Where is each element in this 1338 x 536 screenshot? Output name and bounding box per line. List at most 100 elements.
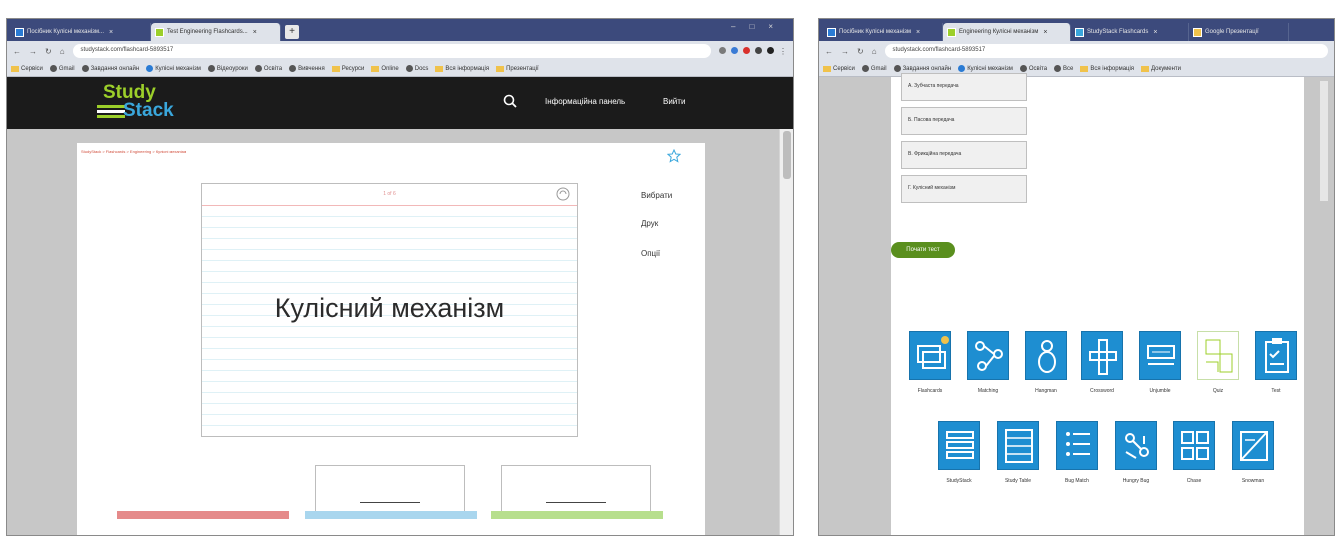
extension-icon[interactable] bbox=[755, 46, 762, 54]
bookmark-item[interactable]: Презентації bbox=[496, 65, 539, 72]
activity-hangman[interactable]: Hangman bbox=[1021, 331, 1071, 394]
window-controls[interactable]: –□× bbox=[731, 22, 787, 31]
folder-icon bbox=[496, 65, 505, 72]
url-input[interactable]: studystack.com/flashcard-5893517 bbox=[884, 44, 1328, 58]
forward-icon[interactable]: → bbox=[29, 47, 37, 56]
tab-favicon-icon bbox=[1075, 27, 1084, 37]
activity-snowman[interactable]: Snowman bbox=[1228, 421, 1278, 484]
bookmark-item[interactable]: Освіта bbox=[1019, 65, 1047, 72]
back-icon[interactable]: ← bbox=[825, 47, 833, 56]
close-icon[interactable]: × bbox=[1043, 29, 1047, 36]
tab-presentations[interactable]: Google Презентації bbox=[1189, 23, 1289, 41]
color-bar-red[interactable] bbox=[117, 511, 289, 519]
right-gutter bbox=[1304, 77, 1334, 535]
folder-icon bbox=[435, 65, 444, 72]
activity-hungry-bug[interactable]: Hungry Bug bbox=[1111, 421, 1161, 484]
logo-stripe bbox=[97, 105, 125, 108]
globe-icon bbox=[861, 65, 869, 72]
bookmark-item[interactable]: Ресурси bbox=[331, 65, 364, 72]
color-bar-blue[interactable] bbox=[305, 511, 477, 519]
answer-option[interactable]: А. Зубчаста передача bbox=[901, 73, 1027, 101]
home-icon[interactable]: ⌂ bbox=[60, 47, 65, 56]
tab-posibnyk[interactable]: Посібник Кулісні механізм × bbox=[823, 23, 943, 41]
mini-card[interactable] bbox=[501, 465, 651, 517]
home-icon[interactable]: ⌂ bbox=[872, 47, 877, 56]
side-link-choose[interactable]: Вибрати bbox=[641, 191, 672, 200]
tile-label: Matching bbox=[977, 388, 999, 394]
answer-option[interactable]: В. Фрикційна передача bbox=[901, 141, 1027, 169]
nav-dashboard-link[interactable]: Інформаційна панель bbox=[545, 97, 625, 106]
close-icon[interactable]: × bbox=[916, 29, 920, 36]
bookmark-item[interactable]: Gmail bbox=[861, 65, 887, 72]
chase-icon bbox=[1173, 421, 1215, 470]
bookmark-item[interactable]: Сервіси bbox=[823, 65, 855, 72]
side-link-options[interactable]: Опції bbox=[641, 249, 660, 258]
star-icon[interactable] bbox=[719, 46, 726, 54]
bookmark-item[interactable]: Вивчення bbox=[289, 65, 325, 72]
answer-option[interactable]: Г. Кулісний механізм bbox=[901, 175, 1027, 203]
start-test-button[interactable]: Почати тест bbox=[891, 242, 955, 258]
activity-study-table[interactable]: Study Table bbox=[993, 421, 1043, 484]
breadcrumb[interactable]: StudyStack > Flashcards > Engineering > … bbox=[81, 149, 186, 154]
bookmark-item[interactable]: Освіта bbox=[254, 65, 282, 72]
folder-icon bbox=[1141, 65, 1150, 72]
back-icon[interactable]: ← bbox=[13, 47, 21, 56]
bookmark-item[interactable]: Вся інформація bbox=[435, 65, 489, 72]
bookmark-item[interactable]: Відеоуроки bbox=[207, 65, 248, 72]
tab-studystack[interactable]: StudyStack Flashcards × bbox=[1071, 23, 1189, 41]
bookmark-item[interactable]: Завдання онлайн bbox=[893, 65, 951, 72]
bookmark-item[interactable]: Завдання онлайн bbox=[81, 65, 139, 72]
logo-stripe bbox=[97, 110, 125, 113]
studystack-logo[interactable]: Study Stack bbox=[97, 82, 197, 123]
extension-icon[interactable] bbox=[731, 46, 738, 54]
nav-logout-link[interactable]: Вийти bbox=[663, 97, 685, 106]
address-bar-row: ← → ↻ ⌂ studystack.com/flashcard-5893517 bbox=[819, 41, 1334, 61]
activity-flashcards[interactable]: Flashcards bbox=[905, 331, 955, 394]
scrollbar[interactable] bbox=[779, 129, 793, 535]
new-tab-button[interactable]: + bbox=[285, 25, 299, 39]
reload-icon[interactable]: ↻ bbox=[857, 47, 864, 56]
activity-quiz[interactable]: Quiz bbox=[1193, 331, 1243, 394]
color-bar-green[interactable] bbox=[491, 511, 663, 519]
activity-chase[interactable]: Chase bbox=[1169, 421, 1219, 484]
close-icon[interactable]: × bbox=[253, 29, 257, 36]
bookmark-item[interactable]: Кулісні механізм bbox=[146, 65, 201, 72]
scrollbar-thumb[interactable] bbox=[1320, 81, 1328, 201]
activity-studystack[interactable]: StudyStack bbox=[934, 421, 984, 484]
answer-option[interactable]: Б. Пасова передача bbox=[901, 107, 1027, 135]
bookmark-item[interactable]: Сервіси bbox=[11, 65, 43, 72]
activity-bug-match[interactable]: Bug Match bbox=[1052, 421, 1102, 484]
flashcard[interactable]: 1 of 6 Кулісний механізм bbox=[201, 183, 578, 437]
avatar[interactable] bbox=[767, 46, 774, 54]
reload-icon[interactable]: ↻ bbox=[45, 47, 52, 56]
tab-flashcards[interactable]: Test Engineering Flashcards... × bbox=[151, 23, 281, 41]
search-icon[interactable] bbox=[503, 94, 517, 113]
bookmark-item[interactable]: Gmail bbox=[49, 65, 75, 72]
forward-icon[interactable]: → bbox=[841, 47, 849, 56]
mini-card[interactable] bbox=[315, 465, 465, 517]
tab-posibnyk[interactable]: Посібник Кулісні механізм... × bbox=[11, 23, 151, 41]
bookmark-item[interactable]: Docs bbox=[405, 65, 428, 72]
bookmark-item[interactable]: Вся інформація bbox=[1080, 65, 1134, 72]
bookmark-item[interactable]: Документи bbox=[1141, 65, 1181, 72]
favorite-star-icon[interactable] bbox=[666, 148, 682, 168]
activity-matching[interactable]: Matching bbox=[963, 331, 1013, 394]
bookmark-item[interactable]: Все bbox=[1054, 65, 1073, 72]
activity-unjumble[interactable]: Unjumble bbox=[1135, 331, 1185, 394]
flip-icon[interactable] bbox=[555, 186, 571, 207]
tab-engineering[interactable]: Engineering Кулісні механізм × bbox=[943, 23, 1071, 41]
bookmark-item[interactable]: Online bbox=[371, 65, 399, 72]
close-icon[interactable]: × bbox=[1153, 29, 1157, 36]
url-input[interactable]: studystack.com/flashcard-5893517 bbox=[72, 44, 711, 58]
bookmark-item[interactable]: Кулісні механізм bbox=[958, 65, 1013, 72]
side-link-print[interactable]: Друк bbox=[641, 219, 658, 228]
activity-test[interactable]: Test bbox=[1251, 331, 1301, 394]
globe-icon bbox=[1054, 65, 1062, 72]
menu-icon[interactable]: ⋮ bbox=[779, 47, 787, 56]
opera-icon[interactable] bbox=[743, 46, 750, 54]
close-icon[interactable]: × bbox=[109, 29, 113, 36]
scrollbar-thumb[interactable] bbox=[783, 131, 791, 179]
activity-crossword[interactable]: Crossword bbox=[1077, 331, 1127, 394]
globe-icon bbox=[49, 65, 57, 72]
card-counter: 1 of 6 bbox=[383, 191, 396, 197]
